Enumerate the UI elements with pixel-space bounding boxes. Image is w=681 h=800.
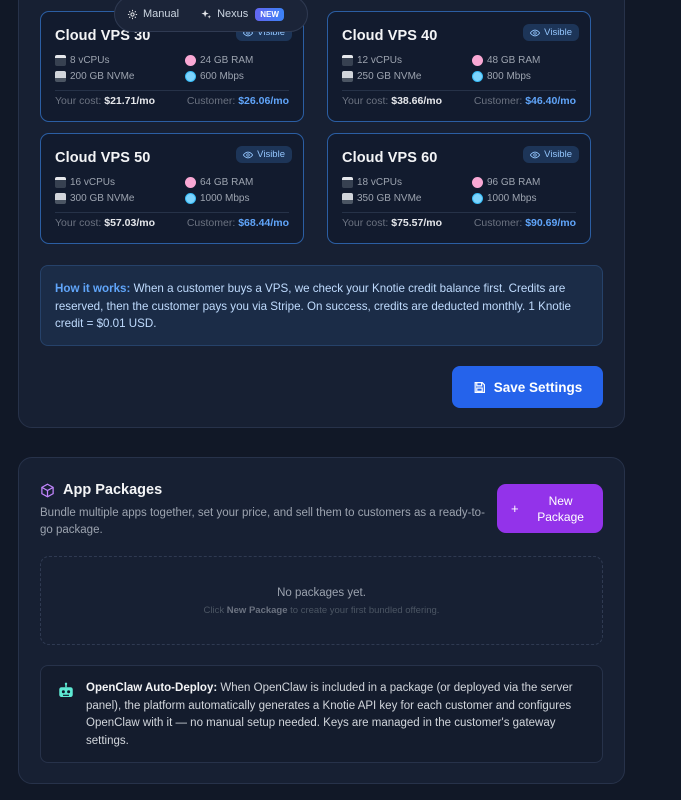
cpu-icon: [342, 177, 353, 188]
save-settings-button[interactable]: Save Settings: [452, 366, 603, 408]
globe-icon: [472, 193, 483, 204]
eye-icon: [243, 151, 254, 158]
empty-subtitle: Click New Package to create your first b…: [203, 605, 440, 616]
plus-icon: +: [511, 501, 519, 516]
ram-spec: 64 GB RAM: [200, 177, 254, 188]
ram-spec: 24 GB RAM: [200, 55, 254, 66]
brain-icon: [472, 55, 483, 66]
your-cost: Your cost: $57.03/mo: [55, 217, 156, 229]
cpu-icon: [55, 177, 66, 188]
brain-icon: [185, 55, 196, 66]
how-it-works-box: How it works: When a customer buys a VPS…: [40, 265, 603, 346]
globe-icon: [472, 71, 483, 82]
vps-card-40[interactable]: Cloud VPS 40 Visible 12 vCPUs 48 GB RAM …: [327, 11, 591, 122]
net-spec: 1000 Mbps: [200, 193, 250, 204]
vps-card-60[interactable]: Cloud VPS 60 Visible 18 vCPUs 96 GB RAM …: [327, 133, 591, 244]
card-divider: [342, 212, 576, 213]
cpu-spec: 12 vCPUs: [357, 55, 403, 66]
eye-icon: [530, 151, 541, 158]
your-cost: Your cost: $21.71/mo: [55, 95, 156, 107]
your-cost: Your cost: $38.66/mo: [342, 95, 443, 107]
net-spec: 600 Mbps: [200, 71, 244, 82]
cpu-spec: 18 vCPUs: [357, 177, 403, 188]
disk-icon: [55, 193, 66, 204]
sparkle-icon: [201, 9, 212, 19]
visible-badge[interactable]: Visible: [523, 146, 579, 163]
cpu-icon: [342, 55, 353, 66]
card-divider: [342, 90, 576, 91]
disk-icon: [342, 71, 353, 82]
card-divider: [55, 90, 289, 91]
disk-spec: 350 GB NVMe: [357, 193, 422, 204]
gear-icon: [127, 9, 138, 19]
cpu-icon: [55, 55, 66, 66]
mode-switcher: Manual Nexus NEW: [114, 0, 308, 32]
app-packages-heading: App Packages: [40, 482, 162, 498]
customer-price: Customer: $26.06/mo: [186, 95, 289, 107]
empty-title: No packages yet.: [277, 587, 366, 599]
robot-icon: [59, 682, 73, 697]
globe-icon: [185, 193, 196, 204]
brain-icon: [472, 177, 483, 188]
manual-option[interactable]: Manual: [127, 8, 179, 20]
your-cost: Your cost: $75.57/mo: [342, 217, 443, 229]
customer-price: Customer: $68.44/mo: [186, 217, 289, 229]
eye-icon: [530, 29, 541, 36]
globe-icon: [185, 71, 196, 82]
new-package-button[interactable]: + New Package: [497, 484, 603, 533]
cpu-spec: 8 vCPUs: [70, 55, 110, 66]
customer-price: Customer: $90.69/mo: [473, 217, 576, 229]
ram-spec: 96 GB RAM: [487, 177, 541, 188]
new-badge: NEW: [255, 7, 284, 21]
disk-spec: 250 GB NVMe: [357, 71, 422, 82]
disk-spec: 300 GB NVMe: [70, 193, 135, 204]
cube-icon: [41, 483, 54, 497]
app-packages-description: Bundle multiple apps together, set your …: [40, 507, 485, 536]
brain-icon: [185, 177, 196, 188]
cpu-spec: 16 vCPUs: [70, 177, 116, 188]
net-spec: 1000 Mbps: [487, 193, 537, 204]
disk-icon: [342, 193, 353, 204]
visible-badge[interactable]: Visible: [523, 24, 579, 41]
disk-spec: 200 GB NVMe: [70, 71, 135, 82]
customer-price: Customer: $46.40/mo: [473, 95, 576, 107]
card-divider: [55, 212, 289, 213]
empty-packages-state: No packages yet. Click New Package to cr…: [40, 556, 603, 645]
visible-badge[interactable]: Visible: [236, 146, 292, 163]
ram-spec: 48 GB RAM: [487, 55, 541, 66]
vps-card-50[interactable]: Cloud VPS 50 Visible 16 vCPUs 64 GB RAM …: [40, 133, 304, 244]
floppy-icon: [474, 381, 485, 393]
disk-icon: [55, 71, 66, 82]
nexus-option[interactable]: Nexus NEW: [201, 7, 284, 21]
net-spec: 800 Mbps: [487, 71, 531, 82]
openclaw-info-box: OpenClaw Auto-Deploy: When OpenClaw is i…: [40, 665, 603, 763]
